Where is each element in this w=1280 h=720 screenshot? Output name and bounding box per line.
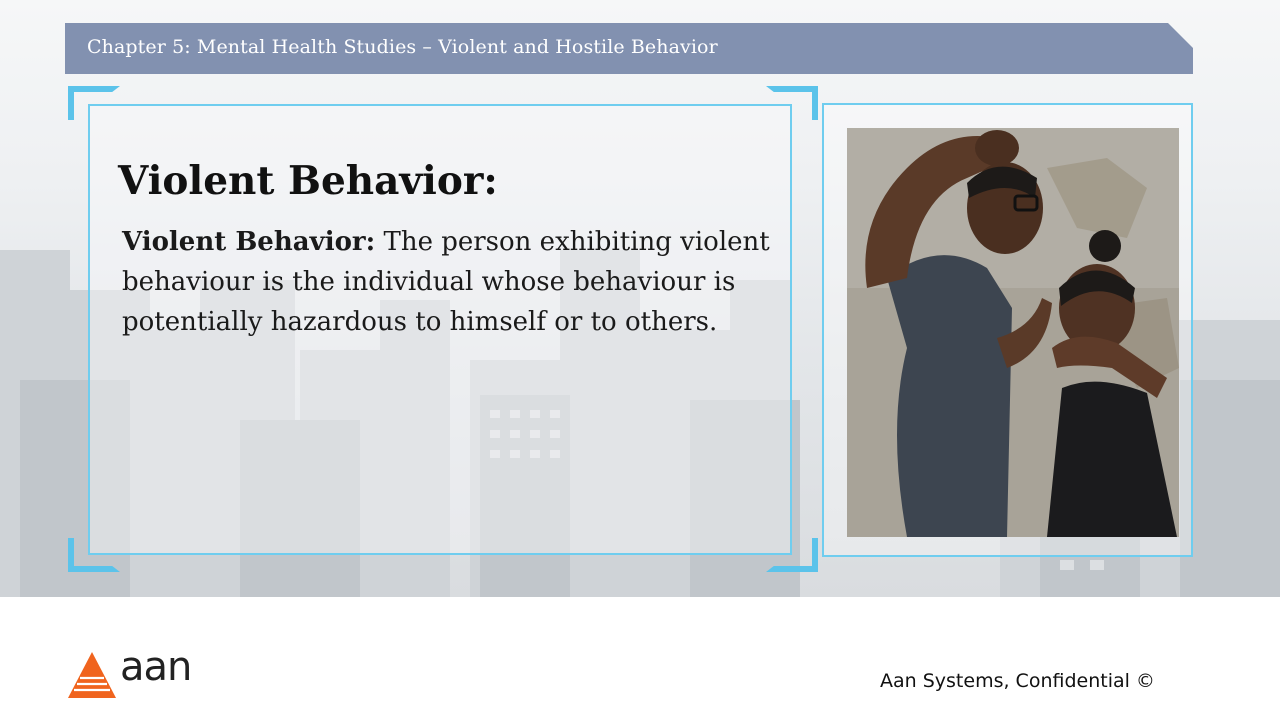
definition-paragraph: Violent Behavior: The person exhibiting … [122,222,782,342]
confrontation-photo [847,128,1179,537]
chapter-title: Chapter 5: Mental Health Studies – Viole… [87,36,718,58]
brand-name: aan [120,644,192,690]
frame-corner-top-right [766,86,818,120]
frame-corner-bottom-right [766,538,818,572]
slide-heading: Violent Behavior: [118,158,498,204]
frame-corner-bottom-left [68,538,120,572]
frame-corner-top-left [68,86,120,120]
definition-term: Violent Behavior: [122,227,376,257]
chapter-header-bar: Chapter 5: Mental Health Studies – Viole… [65,23,1193,74]
aan-logo: aan [68,644,198,700]
confidential-notice: Aan Systems, Confidential © [880,670,1155,692]
orange-triangle-logo-icon [68,652,116,698]
